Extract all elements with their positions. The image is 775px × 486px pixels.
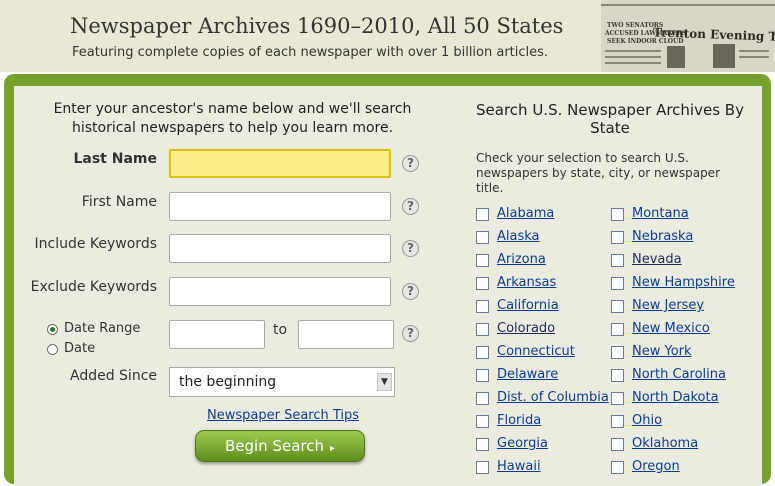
state-checkbox[interactable] [611,254,624,267]
date-radio[interactable] [47,344,58,355]
state-link[interactable]: Arizona [497,252,546,267]
state-checkbox[interactable] [611,438,624,451]
exclude-keywords-label: Exclude Keywords [30,279,157,295]
state-link[interactable]: Alabama [497,206,554,221]
date-range-label: Date Range [64,321,141,336]
last-name-label: Last Name [73,151,157,167]
added-since-value: the beginning [179,374,277,390]
state-checkbox[interactable] [476,392,489,405]
arrow-right-icon: ▸ [330,443,336,454]
state-checkbox[interactable] [611,300,624,313]
first-name-help-icon[interactable]: ? [402,198,419,215]
states-title: Search U.S. Newspaper Archives By State [476,101,744,137]
state-checkbox[interactable] [611,392,624,405]
state-checkbox[interactable] [611,208,624,221]
state-checkbox[interactable] [476,346,489,359]
state-link[interactable]: New Hampshire [632,275,735,290]
divider [605,50,661,52]
state-link[interactable]: Oregon [632,459,680,474]
state-checkbox[interactable] [476,323,489,336]
include-keywords-help-icon[interactable]: ? [402,240,419,257]
state-checkbox[interactable] [476,231,489,244]
begin-search-button[interactable]: Begin Search ▸ [195,430,365,462]
state-link[interactable]: North Dakota [632,390,719,405]
exclude-keywords-input[interactable] [169,277,391,306]
state-checkbox[interactable] [476,300,489,313]
added-since-label: Added Since [69,368,157,384]
state-link[interactable]: Hawaii [497,459,541,474]
newspaper-photo [713,44,735,68]
state-checkbox[interactable] [476,461,489,474]
state-link[interactable]: Connecticut [497,344,575,359]
state-link[interactable]: Dist. of Columbia [497,390,609,405]
state-link[interactable]: Delaware [497,367,558,382]
first-name-input[interactable] [169,192,391,221]
state-link[interactable]: Nevada [632,252,682,267]
date-range-radio[interactable] [47,324,58,335]
search-tips-link[interactable]: Newspaper Search Tips [207,408,359,423]
added-since-select[interactable]: the beginning ▼ [169,367,395,397]
state-link[interactable]: Oklahoma [632,436,698,451]
start-date-input[interactable] [169,320,265,349]
form-intro: Enter your ancestor's name below and we'… [53,101,412,136]
last-name-input[interactable] [169,149,391,178]
state-link[interactable]: Florida [497,413,541,428]
divider [739,56,769,58]
state-link[interactable]: Arkansas [497,275,556,290]
exclude-keywords-help-icon[interactable]: ? [402,283,419,300]
banner-title: Newspaper Archives 1690–2010, All 50 Sta… [70,14,564,38]
chevron-down-icon[interactable]: ▼ [377,373,392,391]
divider [601,4,775,6]
newspaper-snippet: TWO SENATORS [607,22,664,29]
state-link[interactable]: Georgia [497,436,548,451]
state-checkbox[interactable] [611,461,624,474]
state-checkbox[interactable] [476,208,489,221]
begin-search-label: Begin Search [224,437,324,455]
state-link[interactable]: New Jersey [632,298,704,313]
newspaper-snippet: ACCUSED LAWMAKERS [605,30,687,37]
state-link[interactable]: Alaska [497,229,540,244]
state-checkbox[interactable] [476,277,489,290]
state-link[interactable]: North Carolina [632,367,726,382]
state-checkbox[interactable] [476,438,489,451]
last-name-help-icon[interactable]: ? [402,155,419,172]
first-name-label: First Name [81,194,157,210]
date-label: Date [64,341,96,356]
state-checkbox[interactable] [476,369,489,382]
divider [739,50,769,52]
state-checkbox[interactable] [611,231,624,244]
state-checkbox[interactable] [476,254,489,267]
state-checkbox[interactable] [611,369,624,382]
end-date-input[interactable] [298,320,394,349]
include-keywords-input[interactable] [169,234,391,263]
state-checkbox[interactable] [611,323,624,336]
state-link[interactable]: Colorado [497,321,555,336]
newspaper-image: Trenton Evening Time TWO SENATORS ACCUSE… [601,0,775,72]
banner: Newspaper Archives 1690–2010, All 50 Sta… [0,0,775,72]
state-link[interactable]: New Mexico [632,321,710,336]
date-help-icon[interactable]: ? [402,325,419,342]
state-link[interactable]: Nebraska [632,229,693,244]
state-link[interactable]: California [497,298,559,313]
state-checkbox[interactable] [611,346,624,359]
newspaper-photo [667,46,685,68]
state-link[interactable]: Montana [632,206,689,221]
newspaper-snippet: SEEK INDOOR CLOUD [607,38,684,45]
banner-subtitle: Featuring complete copies of each newspa… [72,45,549,60]
state-checkbox[interactable] [611,415,624,428]
divider [605,62,661,64]
to-label: to [273,322,288,338]
state-link[interactable]: Ohio [632,413,662,428]
state-checkbox[interactable] [476,415,489,428]
state-checkbox[interactable] [611,277,624,290]
include-keywords-label: Include Keywords [34,236,158,252]
states-description: Check your selection to search U.S. news… [476,151,721,195]
state-link[interactable]: New York [632,344,692,359]
divider [605,56,661,58]
